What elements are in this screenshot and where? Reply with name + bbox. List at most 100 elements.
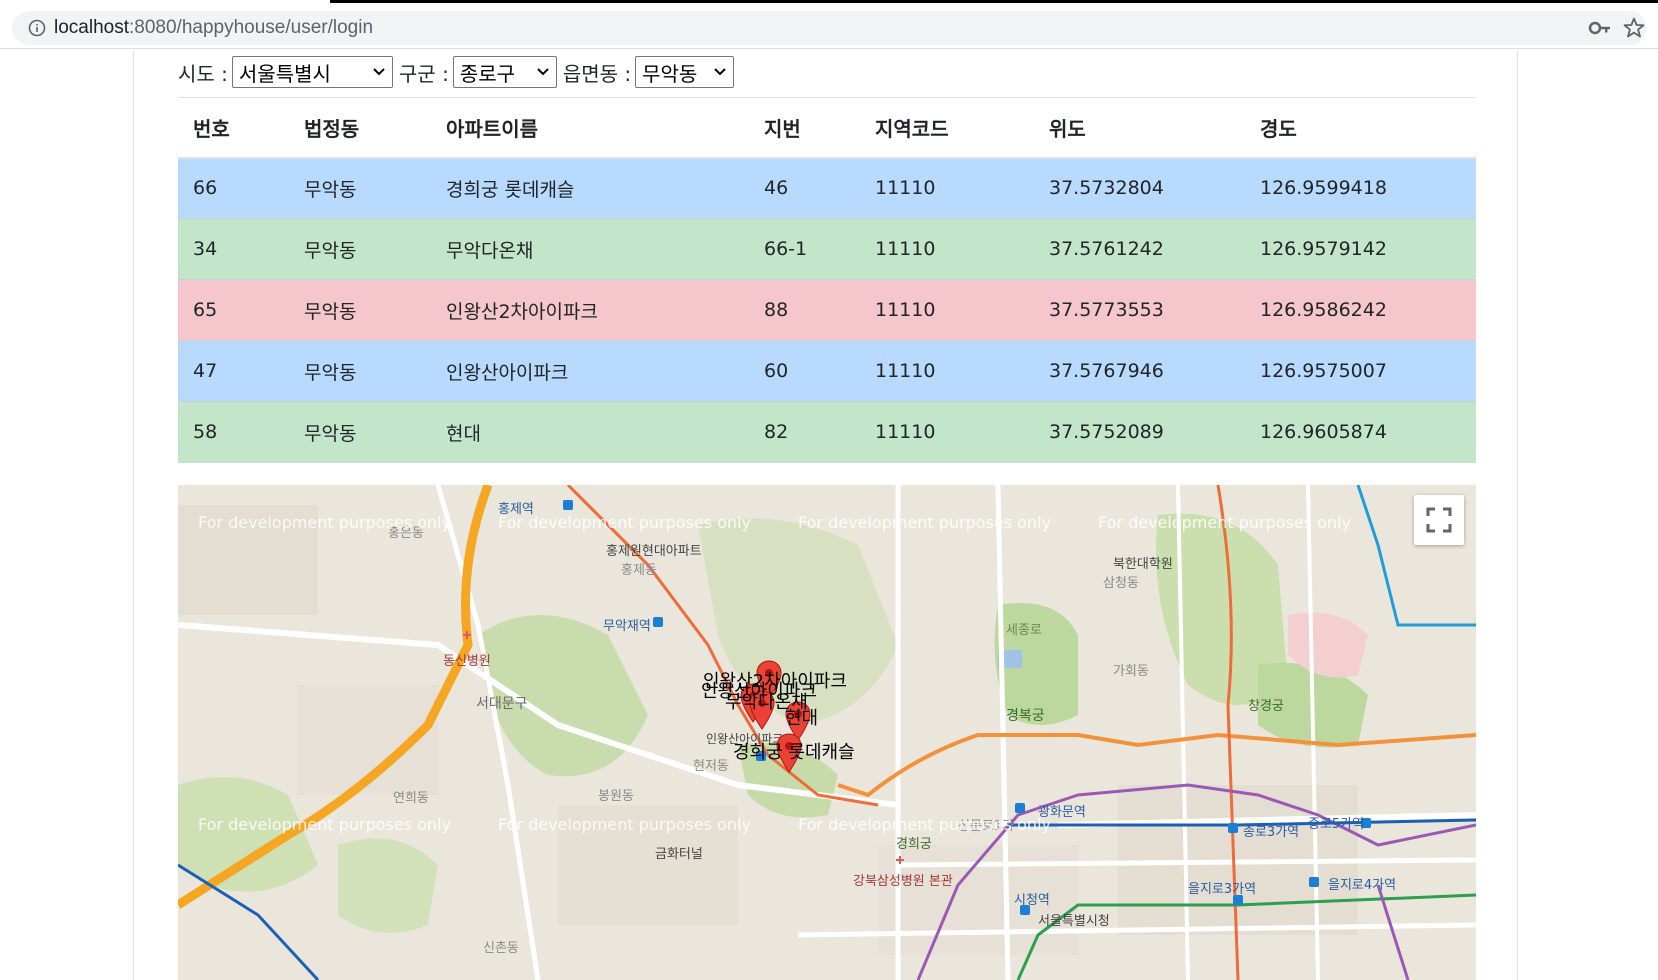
cell-number: 58 <box>178 401 289 463</box>
place-label: 강북삼성병원 본관 <box>853 874 953 889</box>
apartment-table: 번호 법정동 아파트이름 지번 지역코드 위도 경도 66 무악동 경희궁 롯데… <box>178 97 1476 463</box>
marker-label: 현대 <box>785 708 819 729</box>
cell-lat: 37.5752089 <box>1034 401 1245 463</box>
cell-code: 11110 <box>860 340 1034 402</box>
fullscreen-icon <box>1426 507 1452 533</box>
place-label: 경희궁 <box>896 837 932 852</box>
place-label: 서울특별시청 <box>1038 914 1110 929</box>
cell-jibun: 88 <box>749 279 860 341</box>
cell-lat: 37.5773553 <box>1034 279 1245 341</box>
cell-jibun: 60 <box>749 340 860 402</box>
table-header-row: 번호 법정동 아파트이름 지번 지역코드 위도 경도 <box>178 97 1476 159</box>
place-label: 세종로 <box>1006 623 1042 638</box>
cell-apt-name: 현대 <box>431 401 749 463</box>
cell-number: 34 <box>178 218 289 280</box>
page-content: 시도 : 서울특별시 구군 : 종로구 읍면동 : 무악동 번호 법정동 아파트… <box>0 50 1658 980</box>
map-watermark: For development purposes only <box>798 513 1051 532</box>
cell-lng: 126.9599418 <box>1245 157 1476 219</box>
header-longitude: 경도 <box>1245 97 1476 159</box>
key-icon[interactable] <box>1588 17 1612 39</box>
cell-number: 66 <box>178 157 289 219</box>
gugun-label: 구군 : <box>398 61 449 86</box>
cell-dong: 무악동 <box>289 340 431 402</box>
place-label: 현저동 <box>693 759 729 774</box>
place-label: 연희동 <box>393 791 429 806</box>
cell-dong: 무악동 <box>289 157 431 219</box>
place-label: 종로3가역 <box>1243 825 1300 840</box>
cell-apt-name: 인왕산2차아이파크 <box>431 279 749 341</box>
chevron-down-icon <box>373 68 385 76</box>
gugun-select-value: 종로구 <box>459 61 516 86</box>
map-watermark: For development purposes only <box>198 513 451 532</box>
place-label: 북한대학원 <box>1113 557 1173 572</box>
place-label: 동신병원 <box>443 654 491 669</box>
place-label: 금화터널 <box>655 847 703 862</box>
map-watermark: For development purposes only <box>498 513 751 532</box>
url-path: :8080/happyhouse/user/login <box>129 17 374 38</box>
table-row[interactable]: 66 무악동 경희궁 롯데캐슬 46 11110 37.5732804 126.… <box>178 157 1476 219</box>
cell-lng: 126.9579142 <box>1245 218 1476 280</box>
cell-jibun: 46 <box>749 157 860 219</box>
google-map[interactable]: 홍제역 무악재역 서대문구 현저동 동신병원 경복궁 경희궁 창경궁 광화문역 … <box>178 485 1476 980</box>
chevron-down-icon <box>714 68 726 76</box>
header-legal-dong: 법정동 <box>289 97 431 159</box>
cell-jibun: 82 <box>749 401 860 463</box>
cell-lat: 37.5732804 <box>1034 157 1245 219</box>
place-label: 창경궁 <box>1248 699 1284 714</box>
header-latitude: 위도 <box>1034 97 1245 159</box>
header-region-code: 지역코드 <box>860 97 1034 159</box>
dong-select-value: 무악동 <box>642 61 698 86</box>
cell-dong: 무악동 <box>289 279 431 341</box>
header-jibun: 지번 <box>749 97 860 159</box>
table-row[interactable]: 58 무악동 현대 82 11110 37.5752089 126.960587… <box>178 401 1476 463</box>
info-icon[interactable] <box>28 19 46 37</box>
dong-select[interactable]: 무악동 <box>635 56 735 88</box>
cell-dong: 무악동 <box>289 218 431 280</box>
url-host: localhost <box>54 17 129 38</box>
place-label: 서대문구 <box>476 696 528 712</box>
map-watermark: For development purposes only <box>498 815 751 834</box>
cell-number: 47 <box>178 340 289 402</box>
place-label: 을지로4가역 <box>1328 878 1397 893</box>
table-row[interactable]: 47 무악동 인왕산아이파크 60 11110 37.5767946 126.9… <box>178 340 1476 402</box>
place-label: 삼청동 <box>1103 576 1139 591</box>
place-label: 홍제동 <box>621 563 657 578</box>
map-watermark: For development purposes only <box>1098 513 1351 532</box>
cell-lat: 37.5767946 <box>1034 340 1245 402</box>
place-label: 홍제원현대아파트 <box>606 544 702 559</box>
cell-lng: 126.9586242 <box>1245 279 1476 341</box>
gugun-select[interactable]: 종로구 <box>452 56 557 88</box>
place-label: 무악재역 <box>603 619 651 634</box>
marker-label: 경희궁 롯데캐슬 <box>733 742 855 763</box>
map-watermark: For development purposes only <box>798 815 1051 834</box>
header-apt-name: 아파트이름 <box>431 97 749 159</box>
cell-code: 11110 <box>860 157 1034 219</box>
place-label: 종로5가역 <box>1308 817 1365 832</box>
cell-apt-name: 무악다온채 <box>431 218 749 280</box>
map-tiles <box>178 485 1476 980</box>
place-label: 경복궁 <box>1006 708 1045 724</box>
cell-lng: 126.9575007 <box>1245 340 1476 402</box>
cell-lat: 37.5761242 <box>1034 218 1245 280</box>
main-container: 시도 : 서울특별시 구군 : 종로구 읍면동 : 무악동 번호 법정동 아파트… <box>133 50 1518 980</box>
address-bar[interactable]: localhost:8080/happyhouse/user/login <box>12 11 1646 45</box>
sido-select[interactable]: 서울특별시 <box>231 56 393 88</box>
cell-number: 65 <box>178 279 289 341</box>
chevron-down-icon <box>537 68 549 76</box>
bookmark-star-icon[interactable] <box>1622 16 1646 40</box>
header-number: 번호 <box>178 97 289 159</box>
url-text[interactable]: localhost:8080/happyhouse/user/login <box>54 17 373 39</box>
cell-apt-name: 인왕산아이파크 <box>431 340 749 402</box>
place-label: 시청역 <box>1014 893 1050 908</box>
cell-jibun: 66-1 <box>749 218 860 280</box>
region-filters: 시도 : 서울특별시 구군 : 종로구 읍면동 : 무악동 <box>178 55 740 89</box>
dong-label: 읍면동 : <box>562 61 632 86</box>
cell-code: 11110 <box>860 218 1034 280</box>
cell-code: 11110 <box>860 279 1034 341</box>
place-label: 가회동 <box>1113 664 1149 679</box>
table-row[interactable]: 34 무악동 무악다온채 66-1 11110 37.5761242 126.9… <box>178 218 1476 280</box>
fullscreen-button[interactable] <box>1414 495 1464 545</box>
table-row[interactable]: 65 무악동 인왕산2차아이파크 88 11110 37.5773553 126… <box>178 279 1476 341</box>
cell-dong: 무악동 <box>289 401 431 463</box>
cell-lng: 126.9605874 <box>1245 401 1476 463</box>
